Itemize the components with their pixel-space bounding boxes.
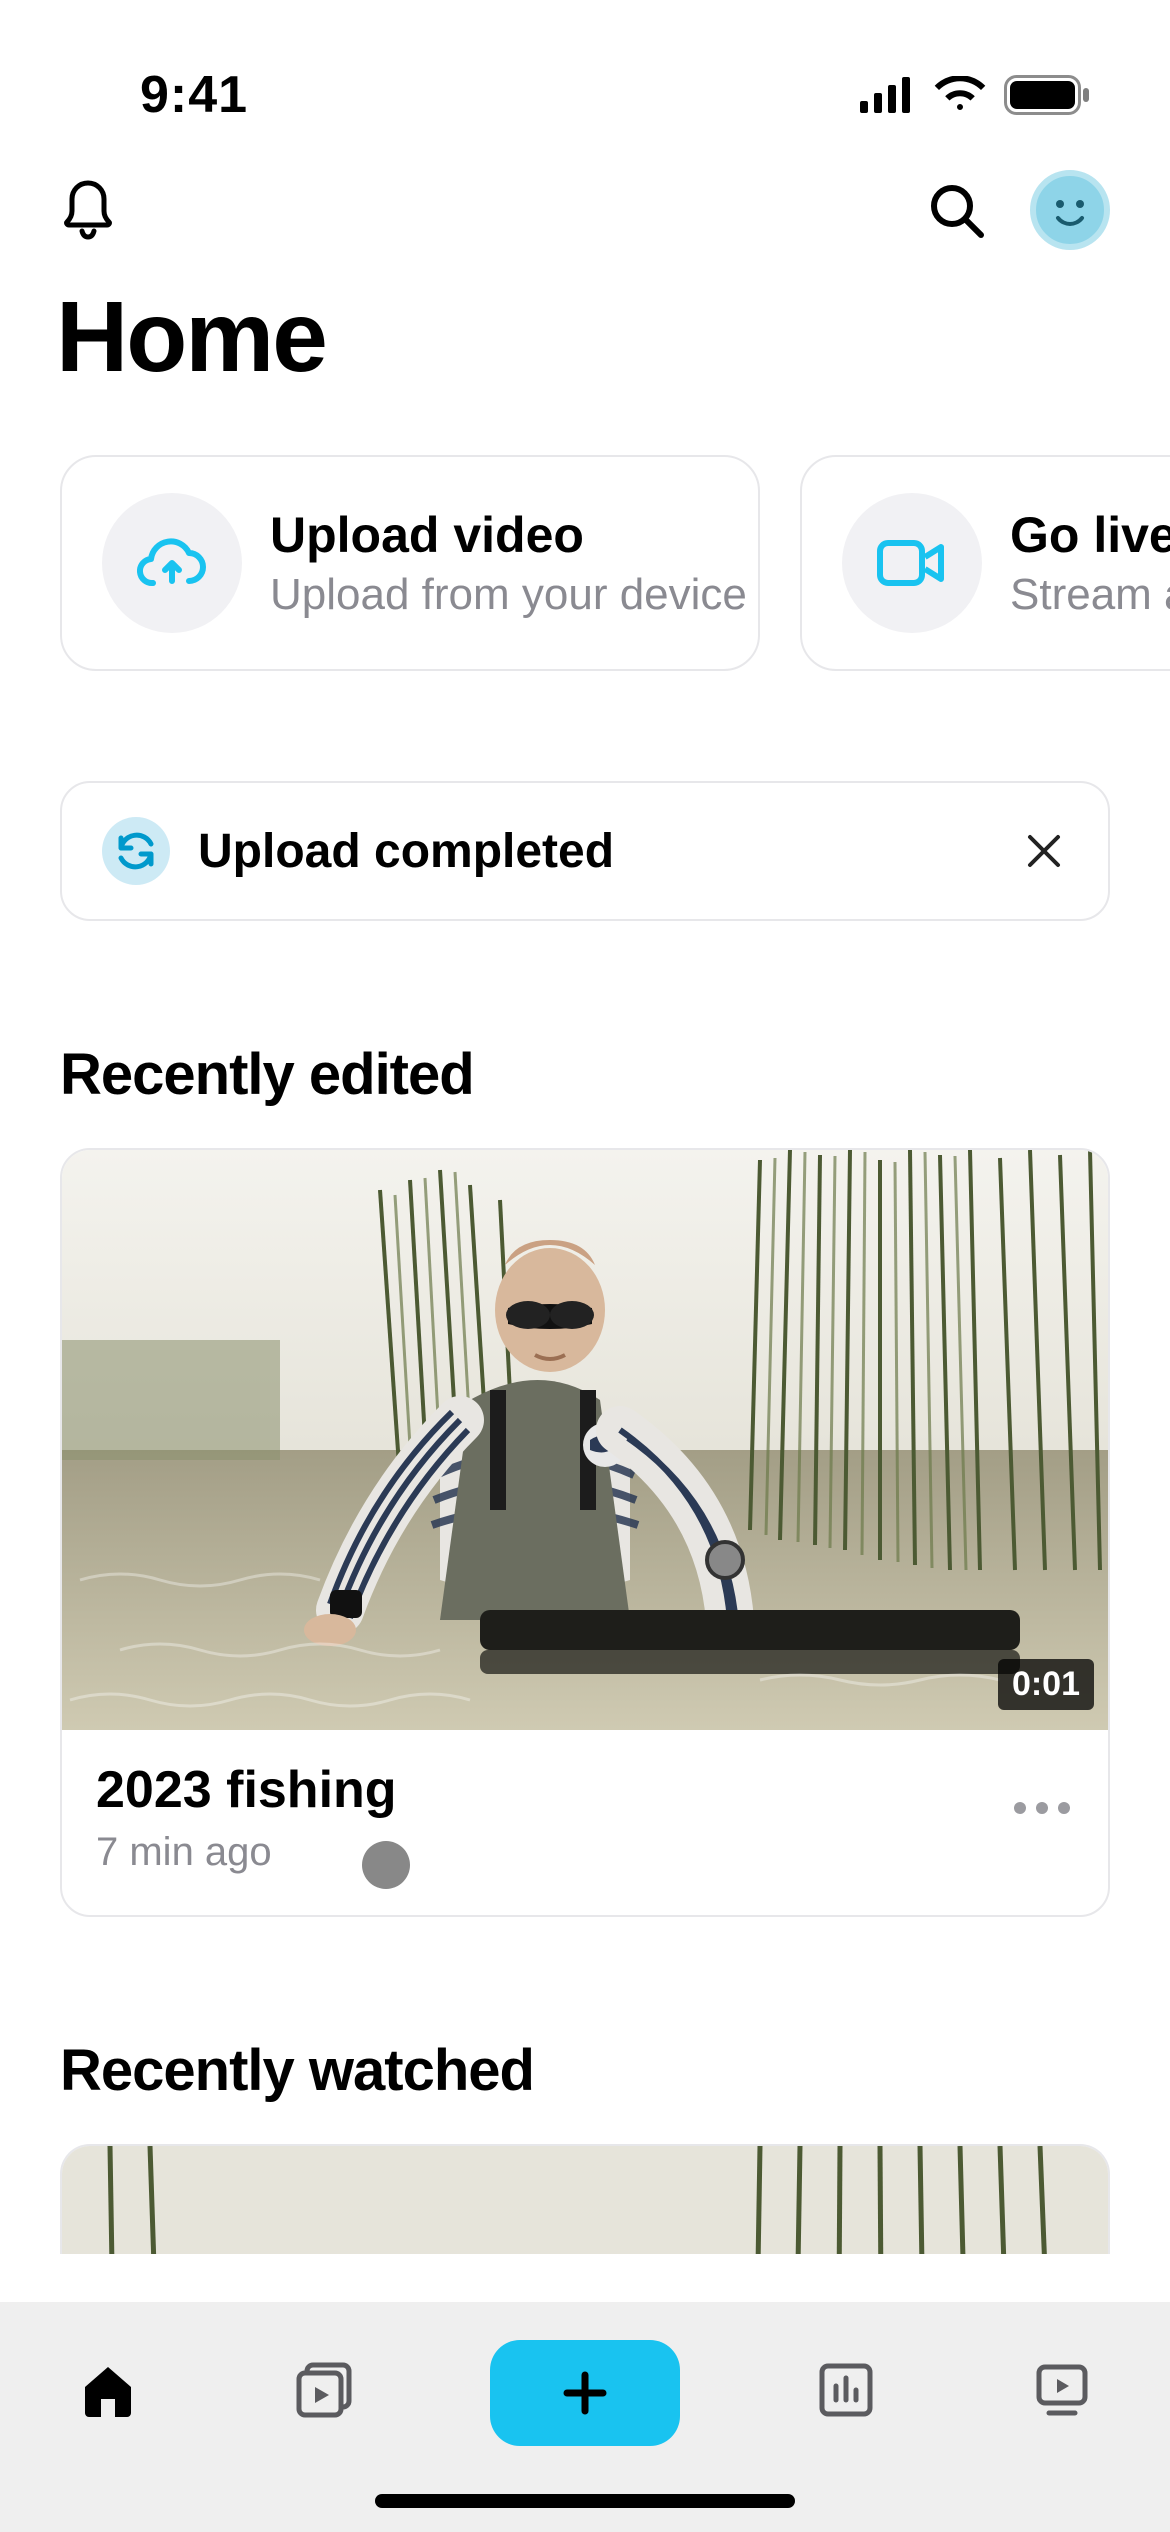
tab-analytics[interactable] xyxy=(796,2340,896,2440)
avatar[interactable] xyxy=(1030,170,1110,250)
status-icons xyxy=(860,75,1110,115)
tab-cast[interactable] xyxy=(1012,2340,1112,2440)
status-time: 9:41 xyxy=(60,65,248,125)
tab-create[interactable] xyxy=(490,2340,680,2446)
more-icon[interactable] xyxy=(1014,1802,1070,1814)
close-icon[interactable] xyxy=(1020,827,1068,875)
home-indicator xyxy=(375,2494,795,2508)
go-live-card[interactable]: Go live Stream a xyxy=(800,455,1170,671)
page-title: Home xyxy=(0,260,1170,455)
video-thumbnail: 0:01 xyxy=(62,1150,1108,1730)
notice-text: Upload completed xyxy=(198,824,992,879)
wifi-icon xyxy=(934,76,986,114)
upload-video-card[interactable]: Upload video Upload from your device xyxy=(60,455,760,671)
quick-actions-row: Upload video Upload from your device Go … xyxy=(0,455,1170,671)
video-card-peek[interactable] xyxy=(60,2144,1110,2254)
video-timestamp: 7 min ago xyxy=(96,1830,1074,1875)
search-icon[interactable] xyxy=(926,180,986,240)
tab-library[interactable] xyxy=(274,2340,374,2440)
section-recently-watched: Recently watched xyxy=(0,1917,1170,2144)
video-card[interactable]: 0:01 2023 fishing 7 min ago xyxy=(60,1148,1110,1917)
action-subtitle: Stream a xyxy=(1010,570,1170,620)
action-subtitle: Upload from your device xyxy=(270,570,747,620)
status-bar: 9:41 xyxy=(0,0,1170,150)
video-title: 2023 fishing xyxy=(96,1760,1074,1820)
battery-icon xyxy=(1004,75,1090,115)
notifications-icon[interactable] xyxy=(60,179,116,241)
action-title: Go live xyxy=(1010,506,1170,564)
app-header xyxy=(0,150,1170,260)
action-title: Upload video xyxy=(270,506,747,564)
cellular-icon xyxy=(860,77,916,113)
upload-status-banner: Upload completed xyxy=(60,781,1110,921)
tab-home[interactable] xyxy=(58,2340,158,2440)
cursor-indicator xyxy=(362,1841,410,1889)
tab-bar xyxy=(0,2302,1170,2532)
video-camera-icon xyxy=(842,493,982,633)
section-recently-edited: Recently edited xyxy=(0,921,1170,1148)
sync-icon xyxy=(102,817,170,885)
cloud-upload-icon xyxy=(102,493,242,633)
duration-badge: 0:01 xyxy=(998,1659,1094,1710)
